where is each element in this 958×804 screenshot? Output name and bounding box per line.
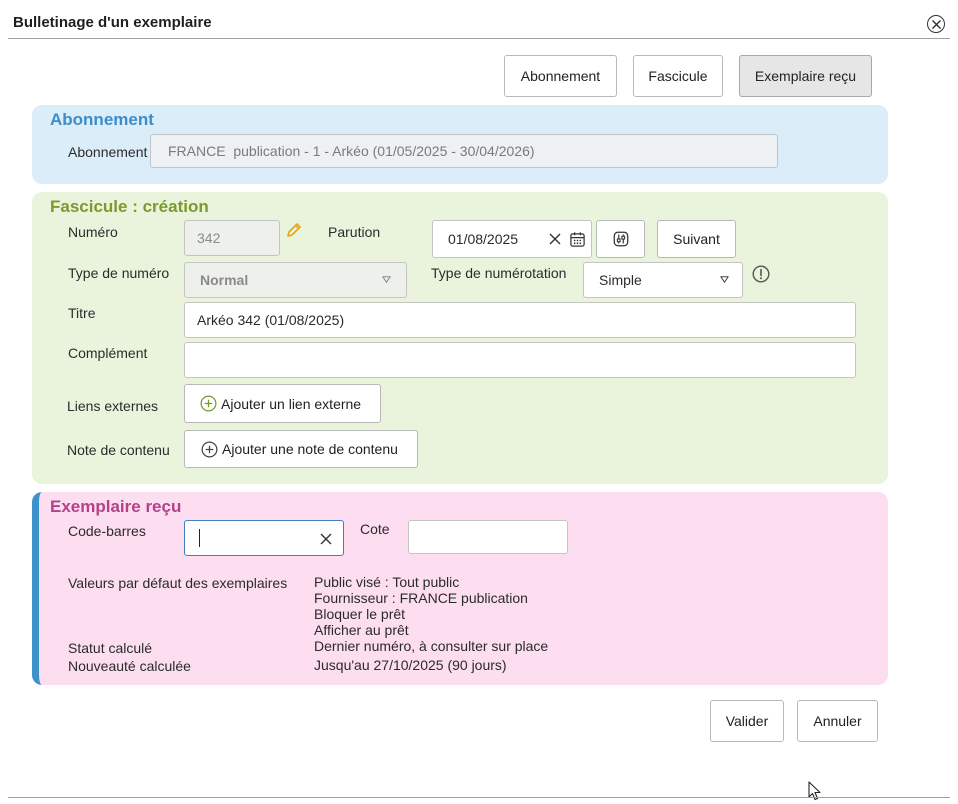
clear-icon[interactable] bbox=[319, 532, 333, 546]
nouveaute-label: Nouveauté calculée bbox=[68, 658, 191, 674]
abonnement-section-title: Abonnement bbox=[50, 110, 154, 129]
complement-label: Complément bbox=[68, 345, 148, 361]
plus-circle-icon bbox=[200, 395, 217, 412]
close-icon[interactable] bbox=[927, 15, 945, 33]
calendar-icon[interactable] bbox=[568, 230, 586, 248]
type-numerotation-select[interactable]: Simple bbox=[583, 262, 743, 298]
chevron-down-icon bbox=[718, 273, 730, 285]
parution-date-input[interactable]: 01/08/2025 bbox=[432, 220, 592, 258]
fascicule-tab-button[interactable]: Fascicule bbox=[633, 55, 723, 97]
exemplaire-recu-tab-button[interactable]: Exemplaire reçu bbox=[739, 55, 872, 97]
type-numero-label: Type de numéro bbox=[68, 265, 170, 281]
chevron-down-icon bbox=[380, 273, 392, 285]
info-alert-icon[interactable] bbox=[752, 265, 770, 283]
statut-label: Statut calculé bbox=[68, 640, 153, 656]
pencil-edit-icon[interactable] bbox=[285, 221, 303, 239]
add-content-note-button[interactable]: Ajouter une note de contenu bbox=[184, 430, 418, 468]
numero-field: 342 bbox=[184, 220, 280, 256]
footer-divider bbox=[8, 797, 950, 798]
titre-value: Arkéo 342 (01/08/2025) bbox=[197, 312, 345, 328]
complement-input[interactable] bbox=[184, 342, 856, 378]
default-value-public: Public visé : Tout public bbox=[314, 574, 460, 590]
mouse-pointer-icon bbox=[808, 781, 822, 801]
type-numerotation-value: Simple bbox=[599, 272, 642, 288]
cote-label: Cote bbox=[360, 521, 390, 537]
add-content-note-label: Ajouter une note de contenu bbox=[222, 441, 398, 457]
codebarres-input[interactable] bbox=[184, 520, 344, 556]
fascicule-section-title: Fascicule : création bbox=[50, 197, 209, 216]
note-contenu-label: Note de contenu bbox=[67, 442, 170, 458]
cote-input[interactable] bbox=[408, 520, 568, 554]
calendar-settings-icon bbox=[612, 230, 630, 248]
codebarres-label: Code-barres bbox=[68, 523, 146, 539]
title-divider bbox=[8, 38, 950, 39]
abonnement-field: FRANCE publication - 1 - Arkéo (01/05/20… bbox=[150, 134, 778, 168]
plus-circle-icon bbox=[201, 441, 218, 458]
default-value-bloquer-pret: Bloquer le prêt bbox=[314, 606, 406, 622]
defaults-label: Valeurs par défaut des exemplaires bbox=[68, 575, 288, 591]
parution-value: 01/08/2025 bbox=[448, 231, 519, 247]
type-numero-value: Normal bbox=[200, 272, 249, 288]
default-value-fournisseur: Fournisseur : FRANCE publication bbox=[314, 590, 528, 606]
liens-externes-label: Liens externes bbox=[67, 398, 159, 414]
type-numero-select: Normal bbox=[184, 262, 407, 298]
abonnement-tab-button[interactable]: Abonnement bbox=[504, 55, 617, 97]
annuler-button[interactable]: Annuler bbox=[797, 700, 878, 742]
valider-button[interactable]: Valider bbox=[710, 700, 784, 742]
titre-label: Titre bbox=[68, 305, 96, 321]
text-cursor bbox=[199, 529, 200, 547]
calendar-settings-button[interactable] bbox=[596, 220, 645, 258]
type-numerotation-label: Type de numérotation bbox=[431, 265, 567, 281]
default-value-afficher-pret: Afficher au prêt bbox=[314, 622, 409, 638]
numero-label: Numéro bbox=[68, 224, 118, 240]
abonnement-label: Abonnement bbox=[68, 144, 148, 160]
add-external-link-button[interactable]: Ajouter un lien externe bbox=[184, 384, 381, 423]
suivant-button[interactable]: Suivant bbox=[657, 220, 736, 258]
exemplaire-section-title: Exemplaire reçu bbox=[50, 497, 182, 516]
clear-icon[interactable] bbox=[548, 232, 562, 246]
add-external-link-label: Ajouter un lien externe bbox=[221, 395, 362, 412]
dialog-title: Bulletinage d'un exemplaire bbox=[13, 14, 212, 31]
numero-value: 342 bbox=[197, 230, 221, 246]
parution-label: Parution bbox=[328, 224, 381, 240]
titre-input[interactable]: Arkéo 342 (01/08/2025) bbox=[184, 302, 856, 338]
statut-value: Dernier numéro, à consulter sur place bbox=[314, 638, 549, 654]
abonnement-value: FRANCE publication - 1 - Arkéo (01/05/20… bbox=[168, 143, 535, 159]
nouveaute-value: Jusqu'au 27/10/2025 (90 jours) bbox=[314, 657, 507, 673]
